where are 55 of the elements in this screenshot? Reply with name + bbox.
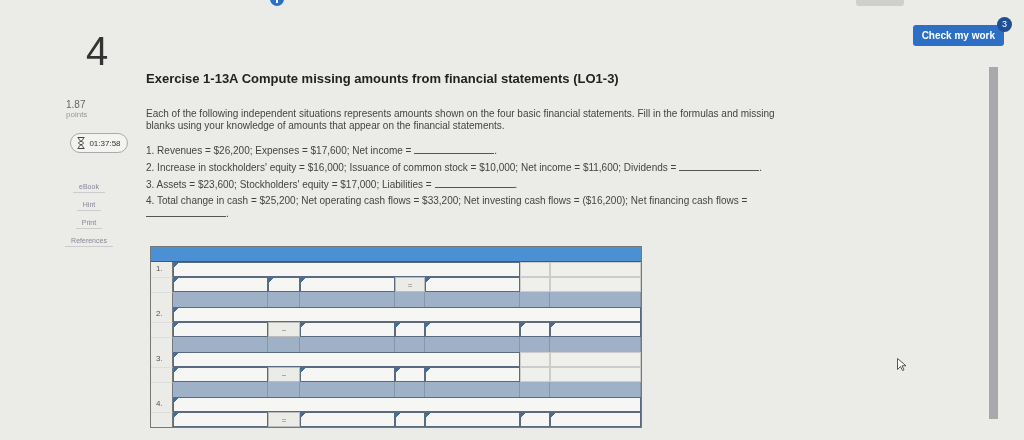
period-text: . (759, 162, 762, 173)
problem-text: 4. Total change in cash = $25,200; Net operating cash flows = $33,200; Net investing cash flows = ($16,200); Net financing cash flows = (146, 195, 748, 206)
points-label: points (66, 110, 88, 119)
input-field[interactable] (300, 277, 395, 292)
period-text: . (494, 145, 498, 156)
input-field[interactable] (395, 412, 425, 427)
input-field[interactable] (173, 397, 641, 412)
total-cell (395, 337, 425, 352)
pointer-icon (897, 358, 906, 371)
input-field[interactable] (520, 412, 550, 427)
input-field[interactable] (425, 277, 520, 292)
problem-text: 2. Increase in stockholders' equity = $16,000; Issuance of common stock = $10,000; Net income = $11,600; Dividends = (146, 162, 678, 173)
input-field[interactable] (520, 322, 550, 337)
input-field[interactable] (173, 352, 520, 367)
total-cell (520, 292, 550, 307)
problem-text: 1. Revenues = $26,200; Expenses = $17,600; Net income = (146, 145, 413, 156)
input-field[interactable] (425, 412, 520, 427)
period-text: . (226, 208, 229, 219)
problem-text: 3. Assets = $23,600; Stockholders' equity = $17,000; Liabilities = (146, 179, 433, 190)
input-field[interactable] (173, 367, 268, 382)
input-field[interactable] (300, 367, 395, 382)
total-cell (268, 382, 300, 397)
operator-sign: = (395, 277, 425, 292)
input-field[interactable] (173, 307, 641, 322)
input-field[interactable] (268, 277, 300, 292)
total-cell (395, 382, 425, 397)
input-field[interactable] (425, 322, 520, 337)
operator-sign: − (268, 367, 300, 382)
total-cell (268, 337, 300, 352)
input-field[interactable] (173, 322, 268, 337)
input-field[interactable] (173, 262, 520, 277)
total-cell (268, 292, 300, 307)
input-field[interactable] (300, 412, 395, 427)
input-field[interactable] (425, 367, 520, 382)
input-field[interactable] (300, 322, 395, 337)
period-text: . (514, 179, 518, 190)
total-cell (395, 292, 425, 307)
total-cell (520, 382, 550, 397)
operator-sign: = (268, 412, 300, 427)
scrollbar[interactable] (989, 67, 998, 419)
points-value: 1.87 (66, 99, 86, 110)
instructions-text: Each of the following independent situations represents amounts shown on the four basic financial statements. Fill in the formulas and missing blanks using your knowledge of amounts that appear on the financial statements. (146, 108, 776, 132)
total-cell (520, 337, 550, 352)
input-field[interactable] (173, 277, 268, 292)
exercise-title: Exercise 1-13A Compute missing amounts from financial statements (LO1-3) (146, 71, 620, 86)
input-field[interactable] (395, 322, 425, 337)
timer-text: 01:37:58 (89, 138, 121, 148)
input-field[interactable] (395, 367, 425, 382)
question-number: 4 (85, 29, 109, 73)
count-badge: 3 (997, 17, 1012, 32)
input-field[interactable] (550, 322, 641, 337)
input-field[interactable] (173, 412, 268, 427)
input-field[interactable] (550, 412, 641, 427)
operator-sign: − (268, 322, 300, 337)
hourglass-icon (77, 137, 86, 149)
